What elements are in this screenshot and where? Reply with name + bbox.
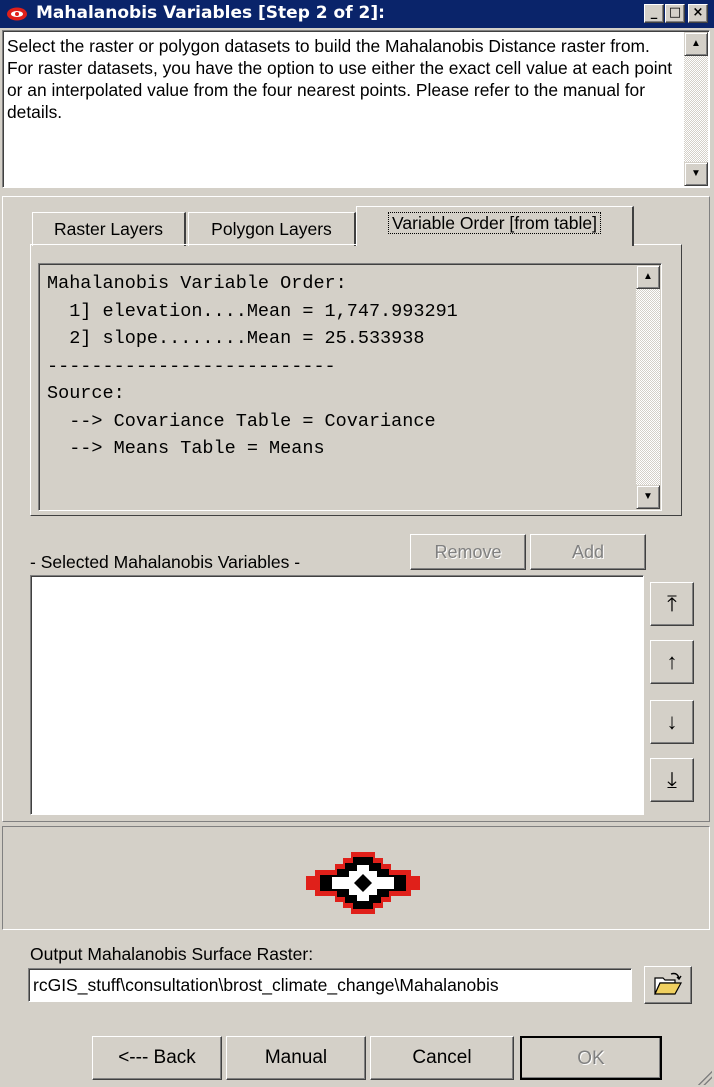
scroll-up-icon[interactable]: ▲ — [684, 32, 708, 56]
navajo-logo-icon — [306, 852, 420, 914]
scroll-down-icon[interactable]: ▼ — [636, 485, 660, 509]
tab-polygon-layers[interactable]: Polygon Layers — [188, 212, 356, 246]
output-raster-field[interactable]: rcGIS_stuff\consultation\brost_climate_c… — [28, 968, 632, 1002]
variable-order-content: Mahalanobis Variable Order: 1] elevation… — [47, 270, 458, 463]
scroll-up-icon[interactable]: ▲ — [636, 265, 660, 289]
move-up-icon[interactable]: ↑ — [650, 640, 694, 684]
minimize-button[interactable]: _ — [644, 4, 664, 23]
scroll-down-icon[interactable]: ▼ — [684, 162, 708, 186]
variable-order-line: -------------------------- — [47, 355, 336, 377]
variable-order-line: --> Covariance Table = Covariance — [47, 410, 436, 432]
selected-variables-list[interactable] — [30, 575, 644, 815]
selected-variables-label: - Selected Mahalanobis Variables - — [30, 552, 301, 572]
manual-button[interactable]: Manual — [226, 1036, 366, 1080]
window-title: Mahalanobis Variables [Step 2 of 2]: — [36, 3, 385, 23]
tab-variable-order-label: Variable Order [from table] — [388, 212, 601, 234]
tab-variable-order[interactable]: Variable Order [from table] — [356, 206, 634, 246]
move-down-icon[interactable]: ↓ — [650, 700, 694, 744]
folder-open-icon — [654, 972, 683, 995]
move-bottom-icon[interactable]: ⤓ — [650, 758, 694, 802]
resize-grip-icon[interactable] — [696, 1069, 712, 1085]
description-box[interactable]: Select the raster or polygon datasets to… — [2, 30, 710, 188]
back-button[interactable]: <--- Back — [92, 1036, 222, 1080]
description-text: Select the raster or polygon datasets to… — [7, 36, 673, 122]
variable-order-scrollbar[interactable]: ▲ ▼ — [636, 265, 660, 509]
variable-order-line: --> Means Table = Means — [47, 438, 325, 459]
tab-raster-layers[interactable]: Raster Layers — [32, 212, 186, 246]
variable-order-textbox[interactable]: Mahalanobis Variable Order: 1] elevation… — [38, 263, 662, 511]
close-button[interactable]: × — [688, 4, 708, 23]
variable-order-line: 2] slope........Mean = 25.533938 — [47, 328, 425, 349]
tab-polygon-layers-label: Polygon Layers — [211, 219, 332, 239]
variable-order-line: 1] elevation....Mean = 1,747.993291 — [47, 300, 458, 322]
variable-order-line: Mahalanobis Variable Order: — [47, 273, 347, 294]
maximize-button[interactable]: □ — [665, 4, 685, 23]
browse-button[interactable] — [644, 966, 692, 1004]
app-eye-icon — [7, 7, 27, 21]
cancel-button[interactable]: Cancel — [370, 1036, 514, 1080]
tab-raster-layers-label: Raster Layers — [54, 219, 163, 239]
output-raster-label: Output Mahalanobis Surface Raster: — [30, 944, 314, 964]
add-button[interactable]: Add — [530, 534, 646, 570]
ok-button[interactable]: OK — [520, 1036, 662, 1080]
title-bar[interactable]: Mahalanobis Variables [Step 2 of 2]: _ □… — [0, 0, 714, 28]
move-top-icon[interactable]: ⤒ — [650, 582, 694, 626]
remove-button[interactable]: Remove — [410, 534, 526, 570]
variable-order-line: Source: — [47, 383, 125, 404]
description-scrollbar[interactable]: ▲ ▼ — [684, 32, 708, 186]
